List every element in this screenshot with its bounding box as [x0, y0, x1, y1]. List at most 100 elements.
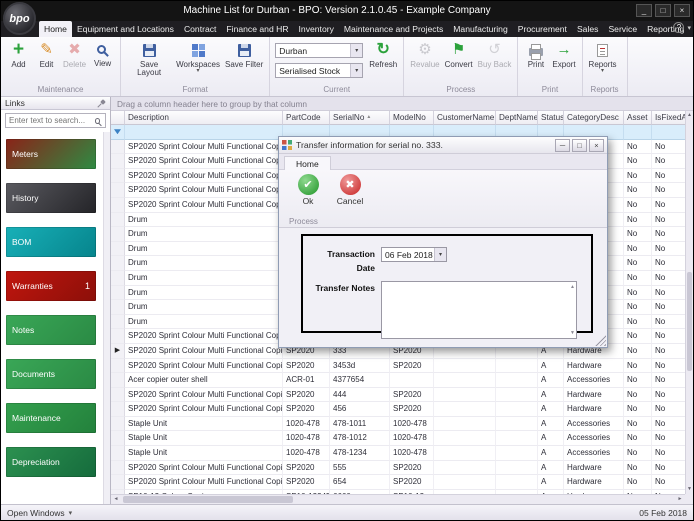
group-by-panel[interactable]: Drag a column header here to group by th… [111, 97, 693, 111]
chevron-down-icon[interactable]: ▾ [69, 509, 73, 517]
tab-finance-and-hr[interactable]: Finance and HR [221, 21, 293, 37]
cell-asset: No [624, 197, 652, 213]
tab-maintenance-and-projects[interactable]: Maintenance and Projects [339, 21, 448, 37]
column-header-partcode[interactable]: PartCode [283, 111, 330, 125]
sidebar-item-notes[interactable]: Notes [6, 315, 96, 345]
transaction-date-input[interactable]: 06 Feb 2018 ▾ [381, 247, 447, 262]
filter-cell-asset[interactable] [624, 125, 652, 140]
close-button[interactable]: × [674, 4, 690, 17]
chevron-down-icon: ▾ [196, 68, 200, 75]
maximize-button[interactable]: □ [655, 4, 671, 17]
table-row[interactable]: Staple Unit 1020-478 478-1234 1020-478 A Acce… [111, 446, 685, 461]
refresh-button[interactable]: ↻ Refresh [367, 39, 399, 70]
add-button[interactable]: + Add [5, 39, 32, 70]
sidebar-item-bom[interactable]: BOM [6, 227, 96, 257]
column-header-customername[interactable]: CustomerName [434, 111, 496, 125]
add-icon: + [12, 39, 25, 60]
delete-button[interactable]: ✖ Delete [61, 39, 88, 70]
tab-procurement[interactable]: Procurement [513, 21, 572, 37]
transfer-notes-input[interactable]: ▲ ▼ [381, 281, 577, 339]
chevron-down-icon[interactable]: ▾ [350, 44, 363, 57]
open-windows-button[interactable]: Open Windows [7, 508, 65, 518]
dialog-maximize-button[interactable]: □ [572, 138, 587, 152]
tab-service[interactable]: Service [603, 21, 642, 37]
tab-manufacturing[interactable]: Manufacturing [448, 21, 512, 37]
minimize-button[interactable]: _ [636, 4, 652, 17]
revalue-button[interactable]: ⚙ Revalue [408, 39, 441, 70]
column-header-categorydesc[interactable]: CategoryDesc [564, 111, 624, 125]
ok-button[interactable]: ✔ Ok [289, 174, 327, 206]
convert-button[interactable]: ⚑ Convert [443, 39, 475, 70]
chevron-down-icon[interactable]: ▾ [350, 64, 363, 77]
table-row[interactable]: SP2020 Sprint Colour Multi Functional Co… [111, 387, 685, 403]
horizontal-scroll-thumb[interactable] [123, 496, 293, 503]
table-row[interactable]: SP2020 Sprint Colour Multi Functional Co… [111, 402, 685, 417]
cell-categorydesc: Hardware [564, 387, 624, 403]
save-filter-button[interactable]: Save Filter [223, 39, 265, 70]
sidebar-item-history[interactable]: History [6, 183, 96, 213]
column-header-serialno[interactable]: SerialNo ▲ [330, 111, 390, 125]
save-layout-button[interactable]: Save Layout [125, 39, 173, 79]
scroll-up-icon[interactable]: ▲ [570, 284, 575, 290]
workspaces-button[interactable]: Workspaces ▾ [174, 39, 222, 75]
column-header-asset[interactable]: Asset [624, 111, 652, 125]
sidebar-scrollbar[interactable] [103, 132, 110, 504]
buy-back-button[interactable]: ↺ Buy Back [476, 39, 514, 70]
table-row[interactable]: Acer copier outer shell ACR-01 4377654 A Acc… [111, 373, 685, 388]
cancel-button[interactable]: ✖ Cancel [331, 174, 369, 206]
tab-home[interactable]: Home [39, 21, 72, 37]
titlebar: Machine List for Durban - BPO: Version 2… [1, 1, 693, 21]
vertical-scroll-thumb[interactable] [687, 271, 692, 372]
chevron-down-icon[interactable]: ▾ [434, 248, 446, 261]
edit-button[interactable]: ✎ Edit [33, 39, 60, 70]
search-input[interactable] [6, 116, 93, 125]
table-row[interactable]: SP2020 Sprint Colour Multi Functional Co… [111, 475, 685, 490]
cell-isfixedasset: No [652, 446, 685, 461]
column-header-description[interactable]: Description [125, 111, 283, 125]
print-button[interactable]: Print [522, 39, 549, 70]
chevron-down-icon[interactable]: ▾ [687, 24, 691, 32]
cell-asset: No [624, 416, 652, 432]
sidebar-item-warranties[interactable]: Warranties 1 [6, 271, 96, 301]
dialog-close-button[interactable]: × [589, 138, 604, 152]
tab-sales[interactable]: Sales [572, 21, 604, 37]
scroll-down-icon[interactable]: ▼ [570, 330, 575, 336]
selected-row-indicator: ▶ [111, 343, 125, 359]
cell-asset: No [624, 446, 652, 461]
table-row[interactable]: Staple Unit 1020-478 478-1012 1020-478 A Acce… [111, 431, 685, 447]
table-row[interactable]: SP2020 Sprint Colour Multi Functional Co… [111, 460, 685, 476]
sidebar-item-depreciation[interactable]: Depreciation [6, 447, 96, 477]
column-header-status[interactable]: Status [538, 111, 564, 125]
column-header-isfixedasset[interactable]: IsFixedAsset [652, 111, 685, 125]
scroll-up-icon[interactable]: ▲ [686, 111, 693, 120]
reports-button[interactable]: Reports ▾ [587, 39, 619, 75]
scroll-left-icon[interactable]: ◄ [111, 495, 121, 504]
resize-grip-icon[interactable] [595, 335, 606, 346]
cell-modelno: SP2020 [390, 387, 434, 403]
help-icon[interactable]: ? [673, 22, 685, 33]
scroll-right-icon[interactable]: ► [675, 495, 685, 504]
filter-cell-description[interactable] [125, 125, 283, 140]
horizontal-scrollbar[interactable]: ◄ ► [111, 494, 685, 504]
column-header-deptname[interactable]: DeptName [496, 111, 538, 125]
view-button[interactable]: View [89, 39, 116, 69]
tab-inventory[interactable]: Inventory [294, 21, 339, 37]
scroll-down-icon[interactable]: ▼ [686, 485, 693, 494]
pin-icon[interactable] [97, 99, 106, 108]
sidebar-item-maintenance[interactable]: Maintenance [6, 403, 96, 433]
combo-serialised-stock[interactable]: Serialised Stock ▾ [275, 63, 364, 78]
filter-cell-isfixedasset[interactable] [652, 125, 685, 140]
sidebar-item-documents[interactable]: Documents [6, 359, 96, 389]
table-row[interactable]: Staple Unit 1020-478 478-1011 1020-478 A Acce… [111, 416, 685, 432]
tab-contract[interactable]: Contract [179, 21, 221, 37]
vertical-scrollbar[interactable]: ▲ ▼ [685, 111, 693, 494]
row-indicator [111, 446, 125, 461]
column-header-modelno[interactable]: ModelNo [390, 111, 434, 125]
dialog-minimize-button[interactable]: ─ [555, 138, 570, 152]
tab-equipment-and-locations[interactable]: Equipment and Locations [72, 21, 179, 37]
table-row[interactable]: SP2020 Sprint Colour Multi Functional Co… [111, 358, 685, 374]
dialog-tab-home[interactable]: Home [284, 156, 331, 170]
export-button[interactable]: → Export [550, 39, 577, 70]
combo-durban[interactable]: Durban ▾ [275, 43, 364, 58]
sidebar-item-meters[interactable]: Meters [6, 139, 96, 169]
